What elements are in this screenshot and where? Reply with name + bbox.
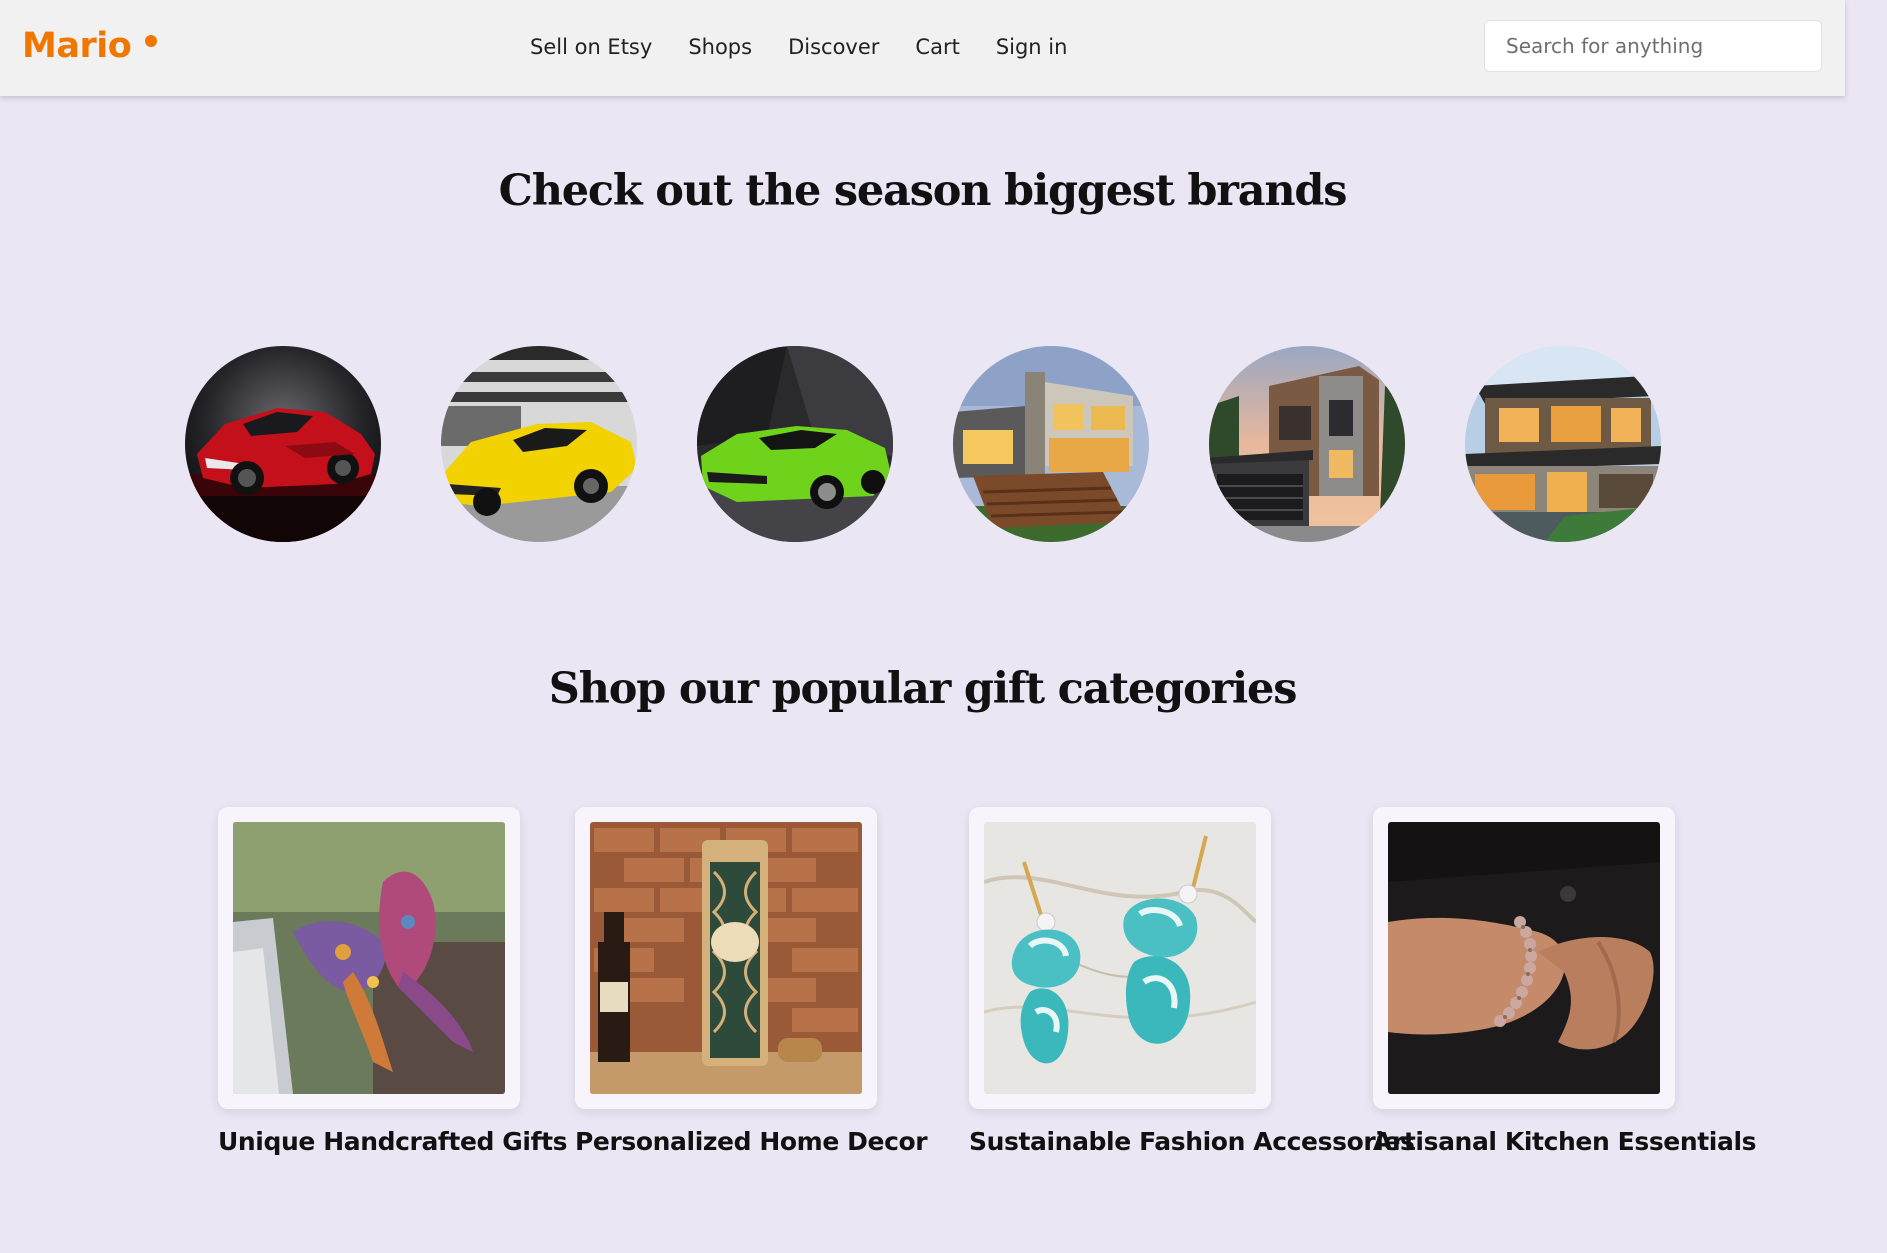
logo-dot-icon (145, 35, 158, 47)
nav-sign-in[interactable]: Sign in (996, 35, 1068, 59)
top-header: Mario Sell on Etsy Shops Discover Cart S… (0, 0, 1845, 96)
page: Mario Sell on Etsy Shops Discover Cart S… (0, 0, 1887, 1253)
category-label: Sustainable Fashion Accessories (969, 1127, 1415, 1156)
nav-sell-on-etsy[interactable]: Sell on Etsy (530, 35, 652, 59)
logo-text[interactable]: Mario (22, 26, 132, 66)
logo[interactable]: Mario (22, 26, 158, 66)
nav-cart[interactable]: Cart (915, 35, 959, 59)
search-input[interactable] (1484, 20, 1822, 72)
stone-house-picture (1209, 346, 1405, 542)
main-nav: Sell on Etsy Shops Discover Cart Sign in (530, 35, 1103, 59)
green-car-picture (697, 346, 893, 542)
bracelet-picture (1388, 822, 1660, 1094)
handcrafted-gift-picture (233, 822, 505, 1094)
category-label: Personalized Home Decor (575, 1127, 928, 1156)
category-card[interactable] (1373, 807, 1675, 1109)
dusk-house-picture (1465, 346, 1661, 542)
house-deck-picture (953, 346, 1149, 542)
brand-red-car-image[interactable] (185, 346, 381, 542)
red-car-picture (185, 346, 381, 542)
category-handcrafted-gifts[interactable]: Unique Handcrafted Gifts (218, 807, 568, 1156)
home-decor-picture (590, 822, 862, 1094)
brand-house-deck-image[interactable] (953, 346, 1149, 542)
yellow-car-picture (441, 346, 637, 542)
brands-heading: Check out the season biggest brands (498, 166, 1348, 216)
categories-heading: Shop our popular gift categories (548, 664, 1298, 714)
category-home-decor[interactable]: Personalized Home Decor (575, 807, 928, 1156)
category-card[interactable] (969, 807, 1271, 1109)
brand-list (185, 346, 1661, 542)
nav-discover[interactable]: Discover (788, 35, 879, 59)
category-card[interactable] (575, 807, 877, 1109)
category-card[interactable] (218, 807, 520, 1109)
nav-shops[interactable]: Shops (688, 35, 752, 59)
category-label: Artisanal Kitchen Essentials (1373, 1127, 1757, 1156)
brand-dusk-house-image[interactable] (1465, 346, 1661, 542)
category-fashion-accessories[interactable]: Sustainable Fashion Accessories (969, 807, 1415, 1156)
earrings-picture (984, 822, 1256, 1094)
category-label: Unique Handcrafted Gifts (218, 1127, 568, 1156)
brand-yellow-car-image[interactable] (441, 346, 637, 542)
brand-green-car-image[interactable] (697, 346, 893, 542)
brand-stone-house-image[interactable] (1209, 346, 1405, 542)
category-kitchen-essentials[interactable]: Artisanal Kitchen Essentials (1373, 807, 1757, 1156)
